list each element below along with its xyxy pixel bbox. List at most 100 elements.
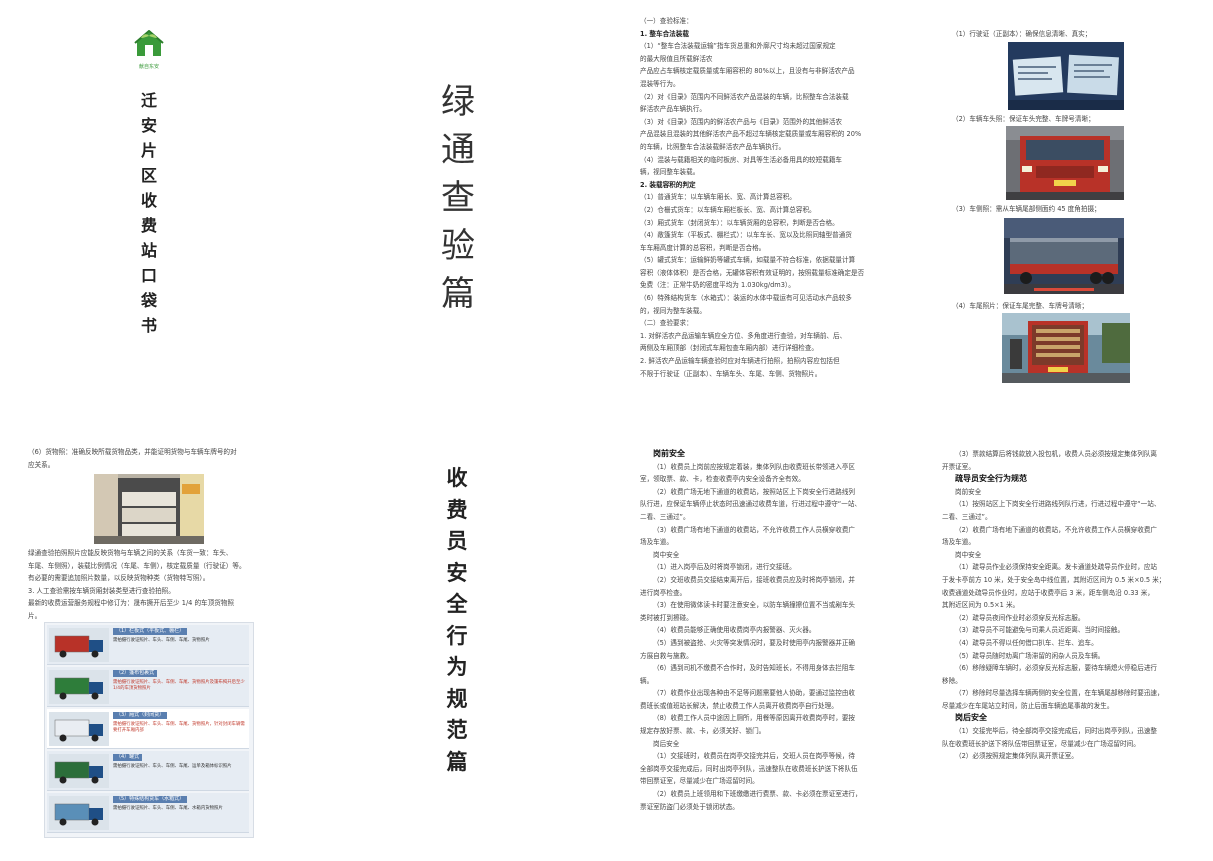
cover-title: 迁安片区收费站口袋书 bbox=[136, 88, 162, 338]
infographic-text: 需拍摄行驶证照片、车头、车侧、车尾、货物照片，针对封闭车辆需要打开车厢内部 bbox=[113, 722, 245, 733]
inspection-standards-page: （一）查验标准： 1. 整车合法装载 （1）“整车合法装载运输”指车货总重和外廓尺寸… bbox=[608, 0, 908, 420]
cargo-photo bbox=[94, 474, 204, 544]
text-line: （2）交班收费员交接结束离开后，接班收费员应及时将岗亭锁闭，并 bbox=[653, 575, 856, 584]
section-title: 绿通查验篇 bbox=[438, 78, 478, 318]
text-line: （2）必须按照规定集体列队离开票证室。 bbox=[955, 752, 1078, 761]
infographic-row: （5）特殊结构货车（水箱式） 需拍摄行驶证照片、车头、车侧、车尾、水箱内货物照片 bbox=[47, 793, 249, 833]
text-line: 方展自救与施救。 bbox=[640, 651, 693, 660]
text-line: 二看、三通过”。 bbox=[942, 512, 992, 521]
text-line: 辆。 bbox=[640, 676, 654, 685]
title-char: 站 bbox=[140, 241, 157, 260]
text-line: （1）普通货车：以车辆车厢长、宽、高计算总容积。 bbox=[640, 193, 796, 202]
text-line: （8）收费工作人员中途因上厕所，用餐等原因离开收费岗亭时，要按 bbox=[653, 714, 856, 723]
text-line: 的车辆，比照整车合法装载鲜活农产品车辆执行。 bbox=[640, 142, 786, 151]
text-line: 的最大限值且所载鲜活农 bbox=[640, 54, 713, 63]
section-heading: 岗后安全 bbox=[955, 713, 987, 723]
text-line: 场及车道。 bbox=[942, 538, 975, 547]
truck-type-infographic: （1）栏板式（平板式、棚栏） 需拍摄行驶证照片、车头、车侧、车尾、货物照片 （2）篷… bbox=[44, 622, 254, 838]
photo-requirements-page: （1）行驶证（正副本）：确保信息清晰、真实； （2）车辆车头照：保证车头完整、车… bbox=[912, 0, 1212, 420]
infographic-row: （1）栏板式（平板式、棚栏） 需拍摄行驶证照片、车头、车侧、车尾、货物照片 bbox=[47, 625, 249, 665]
text-line: （4）疏导员不得以任何借口扒车、拦车、追车。 bbox=[955, 638, 1098, 647]
text-line: 1. 对鲜活农产品运输车辆应全方位、多角度进行查验，对车辆前、后、 bbox=[640, 331, 847, 340]
text-line: 有必要的需要追加照片数量，以反映货物种类（货物特写照）。 bbox=[28, 574, 210, 583]
title-char: 费 bbox=[446, 496, 468, 522]
text-line: （2）疏导员夜间作业时必须穿反光标志服。 bbox=[955, 613, 1085, 622]
text-line: （5）遇到被盗抢、火灾等突发情况时，要及时使用亭内报警器并正确 bbox=[653, 638, 856, 647]
text-line: 队行进，应保证车辆停止状态时迅速通过收费车道，行进过程中遵守“一站、 bbox=[640, 500, 862, 509]
title-char: 安 bbox=[140, 116, 157, 135]
infographic-row: （4）罐式 需拍摄行驶证照片、车头、车侧、车尾、运单及箱体标识照片 bbox=[47, 751, 249, 791]
title-char: 规 bbox=[446, 685, 468, 711]
section-title: 收费员安全行为规范篇 bbox=[442, 462, 472, 777]
title-char: 通 bbox=[441, 130, 475, 170]
guide-safety-page: （3）票款结算后将钱款放入投包机，收费人员必须按规定集体列队离 开票证室。 疏导员安… bbox=[912, 432, 1212, 852]
text-line: 队在收费班长护送下将队伍带回票证室，尽量减少在广场逗留时间。 bbox=[942, 739, 1140, 748]
text-line: 二看、三通过”。 bbox=[640, 512, 690, 521]
truck-icon bbox=[49, 796, 109, 830]
text-line: 费班长或值班站长解决，禁止收费工作人员离开收费岗亭自行处理。 bbox=[640, 701, 838, 710]
title-char: 安 bbox=[446, 559, 468, 585]
standards-text: （一）查验标准： 1. 整车合法装载 （1）“整车合法装载运输”指车货总重和外廓尺寸… bbox=[640, 15, 900, 380]
text-line: （3）厢式货车（封闭货车）：以车辆货厢的总容积，判断是否合格。 bbox=[640, 218, 839, 227]
title-char: 区 bbox=[140, 166, 157, 185]
title-char: 篇 bbox=[446, 748, 468, 774]
text-line: （3）在使用微体读卡时要注意安全，以防车辆撞擦位置不当或剐车头 bbox=[653, 601, 856, 610]
toll-collector-safety-page: 岗前安全 （1）收费员上岗前应按规定着装，集体列队由收费班长带领进入亭区 室，领取票… bbox=[608, 432, 908, 852]
truck-rear-photo bbox=[1002, 313, 1130, 383]
text-line: 2. 鲜活农产品运输车辆查验时应对车辆进行拍照，拍照内容应包括但 bbox=[640, 357, 840, 366]
text-line: 移除。 bbox=[942, 676, 962, 685]
driving-license-photo bbox=[1008, 42, 1124, 110]
text-line: （1）进入岗亭后及时将岗亭锁闭，进行交接班。 bbox=[653, 563, 796, 572]
text-line: 全部岗亭交接完成后，同时出岗亭列队，迅速整队在收费班长护送下将队伍 bbox=[640, 764, 858, 773]
title-char: 为 bbox=[446, 654, 468, 679]
safety-text: 岗前安全 （1）收费员上岗前应按规定着装，集体列队由收费班长带领进入亭区 室，领取票… bbox=[640, 448, 902, 813]
infographic-text: 需拍摄行驶证照片、车头、车侧、车尾、货物照片及篷布揭开后至少1/4的车顶货物照片 bbox=[113, 680, 245, 691]
title-char: 书 bbox=[140, 316, 157, 335]
text-line: （3）疏导员不可能避免与司乘人员近距离、当时间接触。 bbox=[955, 626, 1125, 635]
text-line: 场及车道。 bbox=[640, 538, 673, 547]
text-line: 鲜活农产品车辆执行。 bbox=[640, 105, 706, 114]
infographic-heading: （1）栏板式（平板式、棚栏） bbox=[113, 628, 188, 635]
text-line: 1. 整车合法装载 bbox=[640, 29, 689, 38]
title-char: 收 bbox=[140, 191, 157, 210]
title-char: 费 bbox=[140, 216, 157, 235]
text-line: 室，领取票、款、卡，检查收费亭内安全设备齐全有效。 bbox=[640, 475, 805, 484]
text-line: 的，视同为整车装载。 bbox=[640, 306, 706, 315]
text-line: 应关系。 bbox=[28, 460, 55, 469]
guide-safety-text: （3）票款结算后将钱款放入投包机，收费人员必须按规定集体列队离 开票证室。 疏导员安… bbox=[942, 448, 1206, 763]
infographic-heading: （4）罐式 bbox=[113, 754, 143, 761]
text-line: （1）收费员上岗前应按规定着装，集体列队由收费班长带领进入亭区 bbox=[653, 462, 856, 471]
text-line: 其附近区间为 0.5×1 米。 bbox=[942, 601, 1020, 610]
text-line: （2）仓栅式货车：以车辆车厢栏板长、宽、高计算总容积。 bbox=[640, 205, 816, 214]
cargo-photo-page: （6）货物照：准确反映所载货物品类，并能证明货物与车辆车牌号的对 应关系。 绿通查… bbox=[0, 432, 300, 852]
title-char: 员 bbox=[446, 528, 468, 553]
truck-front-photo bbox=[1006, 126, 1124, 200]
text-line: 3. 人工查验需按车辆货厢封装类型进行查验拍照。 bbox=[28, 586, 175, 595]
photo-item-2: （2）车辆车头照：保证车头完整、车牌号清晰； bbox=[952, 115, 1095, 123]
text-line: 带回票证室，尽量减少在广场逗留时间。 bbox=[640, 777, 759, 786]
cargo-explanation-text: 绿通查验拍照照片应能反映货物与车辆之间的关系（车货一致：车头、 车尾、车侧照），装… bbox=[28, 547, 290, 623]
title-char: 袋 bbox=[140, 291, 157, 310]
text-line: （3）票款结算后将钱款放入投包机，收费人员必须按规定集体列队离 bbox=[955, 450, 1158, 458]
photo-item-1: （1）行驶证（正副本）：确保信息清晰、真实； bbox=[952, 30, 1092, 38]
truck-side-photo bbox=[1004, 218, 1124, 294]
text-line: 免费（注：正常牛奶的密度平均为 1.030kg/dm3）。 bbox=[640, 281, 795, 290]
text-line: 岗中安全 bbox=[653, 550, 680, 559]
photo-item-4: （4）车尾照片：保证车尾完整、车牌号清晰； bbox=[952, 302, 1089, 310]
text-line: 车尾、车侧照），装载比例情况（车尾、车侧），核定载质量（行驶证）等。 bbox=[28, 561, 246, 570]
text-line: （2）收费广场无地下通道的收费站，按照站区上下岗安全行进路线列 bbox=[653, 487, 856, 496]
text-line: 票证室防盗门必须处于锁闭状态。 bbox=[640, 802, 739, 811]
text-line: （1）疏导员作业必须保持安全距离。发卡通道处疏导员作业时，应站 bbox=[955, 563, 1158, 572]
text-line: 片。 bbox=[28, 611, 42, 620]
title-char: 篇 bbox=[441, 274, 475, 314]
text-line: 规定存放好票、款、卡，必须关好、锁门。 bbox=[640, 727, 766, 736]
cargo-intro-text: （6）货物照：准确反映所载货物品类，并能证明货物与车辆车牌号的对 应关系。 bbox=[28, 446, 290, 471]
text-line: （6）特殊结构货车（水箱式）：装运的水体中载运有可见活动水产品较多 bbox=[640, 294, 852, 303]
text-line: 岗后安全 bbox=[653, 739, 680, 748]
text-line: （5）疏导员随时劝离广场滞留的闲杂人员及车辆。 bbox=[955, 651, 1105, 660]
truck-icon bbox=[49, 628, 109, 662]
text-line: （1）按照站区上下岗安全行进路线列队行进，行进过程中遵守“一站、 bbox=[955, 500, 1161, 509]
text-line: （1）交接班时，收费员在岗亭交接完并后，交班人员在岗亭等候，待 bbox=[653, 752, 856, 761]
text-line: 容积（液体体积）是否合格，无罐体容积有效证明的，按照载量标准确定是否 bbox=[640, 268, 865, 277]
truck-icon bbox=[49, 670, 109, 704]
